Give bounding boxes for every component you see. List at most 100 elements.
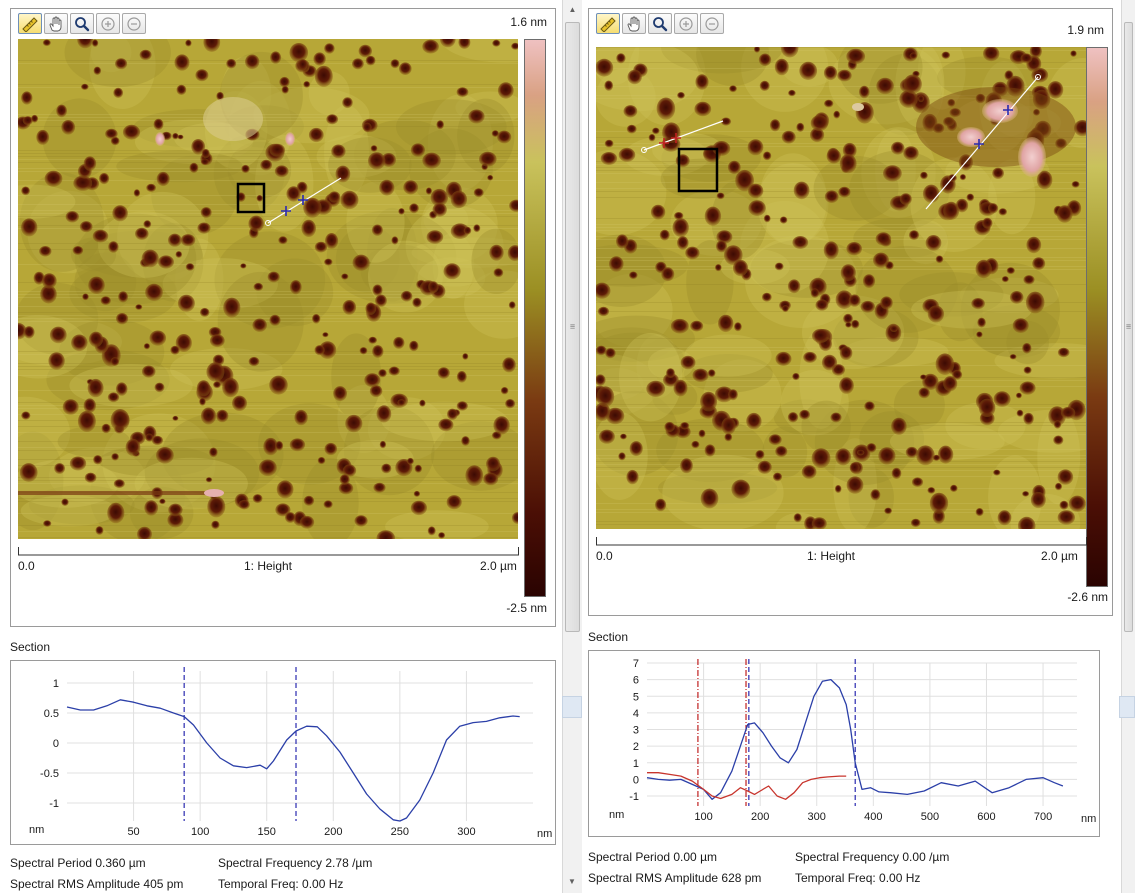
surface-pit bbox=[1060, 406, 1076, 419]
surface-pit bbox=[920, 374, 927, 380]
section-profile-plot[interactable]: 50 100 150 200 250 300 1 0.5 0 -0.5 -1 nm nm bbox=[10, 660, 556, 845]
scroll-up-arrow[interactable]: ▲ bbox=[563, 2, 582, 16]
surface-pit bbox=[775, 351, 792, 366]
pan-tool-button[interactable] bbox=[44, 13, 68, 34]
zoom-out-button[interactable] bbox=[700, 13, 724, 34]
surface-pit bbox=[1012, 318, 1029, 333]
surface-pit bbox=[700, 488, 719, 509]
scan-line bbox=[596, 170, 1086, 171]
x-end-label: 2.0 µm bbox=[1041, 549, 1078, 563]
surface-pit bbox=[707, 369, 716, 378]
surface-pit bbox=[372, 345, 384, 358]
right-pane-scrollbar[interactable]: ≡ bbox=[1121, 0, 1135, 893]
surface-pit bbox=[862, 274, 876, 288]
scrollbar-thumb[interactable]: ≡ bbox=[565, 22, 580, 632]
surface-pit bbox=[927, 487, 936, 494]
surface-pit bbox=[486, 456, 501, 472]
scan-line bbox=[18, 351, 518, 352]
surface-pit bbox=[325, 233, 339, 249]
zoom-in-icon bbox=[101, 16, 115, 31]
surface-pit bbox=[935, 353, 955, 376]
surface-pit bbox=[715, 264, 722, 272]
surface-pit bbox=[48, 352, 65, 370]
surface-pit bbox=[1001, 276, 1009, 283]
zoom-in-icon bbox=[679, 16, 693, 31]
surface-pit bbox=[400, 290, 413, 302]
surface-pit bbox=[39, 246, 52, 257]
zoom-tool-button[interactable] bbox=[70, 13, 94, 34]
surface-pit bbox=[748, 200, 766, 217]
surface-pit bbox=[324, 258, 333, 266]
surface-pit bbox=[456, 371, 467, 383]
surface-pit bbox=[762, 151, 772, 161]
surface-pit bbox=[1022, 343, 1032, 354]
surface-pit bbox=[718, 314, 734, 333]
surface-pit bbox=[149, 330, 167, 346]
pan-tool-button[interactable] bbox=[622, 13, 646, 34]
surface-pit bbox=[487, 175, 494, 181]
surface-pit bbox=[111, 453, 119, 461]
scrollbar-thumb[interactable]: ≡ bbox=[1124, 22, 1133, 632]
scan-line bbox=[596, 227, 1086, 228]
surface-pit bbox=[734, 322, 742, 332]
surface-pit bbox=[133, 189, 141, 197]
scan-line bbox=[18, 432, 518, 433]
x-start-label: 0.0 bbox=[596, 549, 613, 563]
surface-pit bbox=[779, 216, 788, 224]
spectral-rms-amplitude: Spectral RMS Amplitude 628 pm bbox=[588, 871, 762, 885]
zoom-tool-button[interactable] bbox=[648, 13, 672, 34]
surface-pit bbox=[36, 129, 50, 145]
ruler-tool-button[interactable] bbox=[18, 13, 42, 34]
surface-pit bbox=[159, 498, 166, 505]
x-tick-label: 300 bbox=[808, 811, 826, 823]
y-tick-label: 7 bbox=[633, 658, 639, 670]
zoom-in-button[interactable] bbox=[96, 13, 120, 34]
x-start-label: 0.0 bbox=[18, 559, 35, 573]
section-profile-plot[interactable]: 100 200 300 400 500 600 700 7 6 5 4 3 2 1 0 -1 nm nm bbox=[588, 650, 1100, 837]
surface-pit bbox=[1047, 81, 1064, 99]
right-splitter-handle[interactable] bbox=[1119, 696, 1135, 718]
surface-pit bbox=[393, 336, 405, 349]
surface-pit bbox=[275, 441, 284, 451]
right-analysis-pane: 1.9 nm -2.6 nm 0.0 1: Height 2.0 µm Sect… bbox=[582, 0, 1119, 893]
spectral-period: Spectral Period 0.00 µm bbox=[588, 850, 717, 864]
surface-pit bbox=[463, 226, 472, 235]
surface-pit bbox=[269, 314, 281, 326]
scale-min-label: -2.6 nm bbox=[1067, 590, 1108, 604]
surface-pit bbox=[489, 244, 504, 261]
afm-height-image[interactable] bbox=[596, 47, 1086, 529]
afm-height-image[interactable] bbox=[18, 39, 518, 539]
surface-pit bbox=[1009, 291, 1024, 304]
magnifier-icon bbox=[75, 16, 90, 31]
left-splitter-handle[interactable] bbox=[562, 696, 582, 718]
surface-pit bbox=[823, 241, 839, 260]
zoom-out-button[interactable] bbox=[122, 13, 146, 34]
surface-pit bbox=[253, 282, 264, 291]
surface-pit bbox=[691, 440, 700, 449]
scan-line bbox=[596, 512, 1086, 513]
surface-pit bbox=[270, 51, 282, 64]
ruler-tool-button[interactable] bbox=[596, 13, 620, 34]
scroll-down-arrow[interactable]: ▼ bbox=[562, 874, 582, 888]
surface-pit bbox=[196, 380, 211, 397]
left-pane-scrollbar[interactable]: ▲ ≡ bbox=[562, 0, 582, 893]
scan-line bbox=[596, 182, 1086, 183]
surface-pit bbox=[838, 186, 851, 198]
surface-pit bbox=[364, 373, 381, 388]
surface-pit bbox=[1059, 500, 1069, 510]
surface-pit bbox=[917, 95, 925, 103]
surface-blob bbox=[155, 132, 165, 146]
surface-pit bbox=[43, 520, 52, 527]
surface-pit bbox=[1053, 420, 1062, 429]
surface-pit bbox=[761, 292, 772, 302]
surface-pit bbox=[333, 386, 347, 402]
scan-line bbox=[596, 524, 1086, 525]
surface-pit bbox=[692, 368, 709, 382]
surface-pit bbox=[781, 130, 796, 144]
surface-pit bbox=[154, 382, 165, 393]
surface-pit bbox=[845, 322, 852, 328]
x-unit-label: nm bbox=[537, 828, 552, 840]
surface-pit bbox=[1023, 366, 1032, 374]
zoom-in-button[interactable] bbox=[674, 13, 698, 34]
surface-pit bbox=[289, 43, 309, 63]
